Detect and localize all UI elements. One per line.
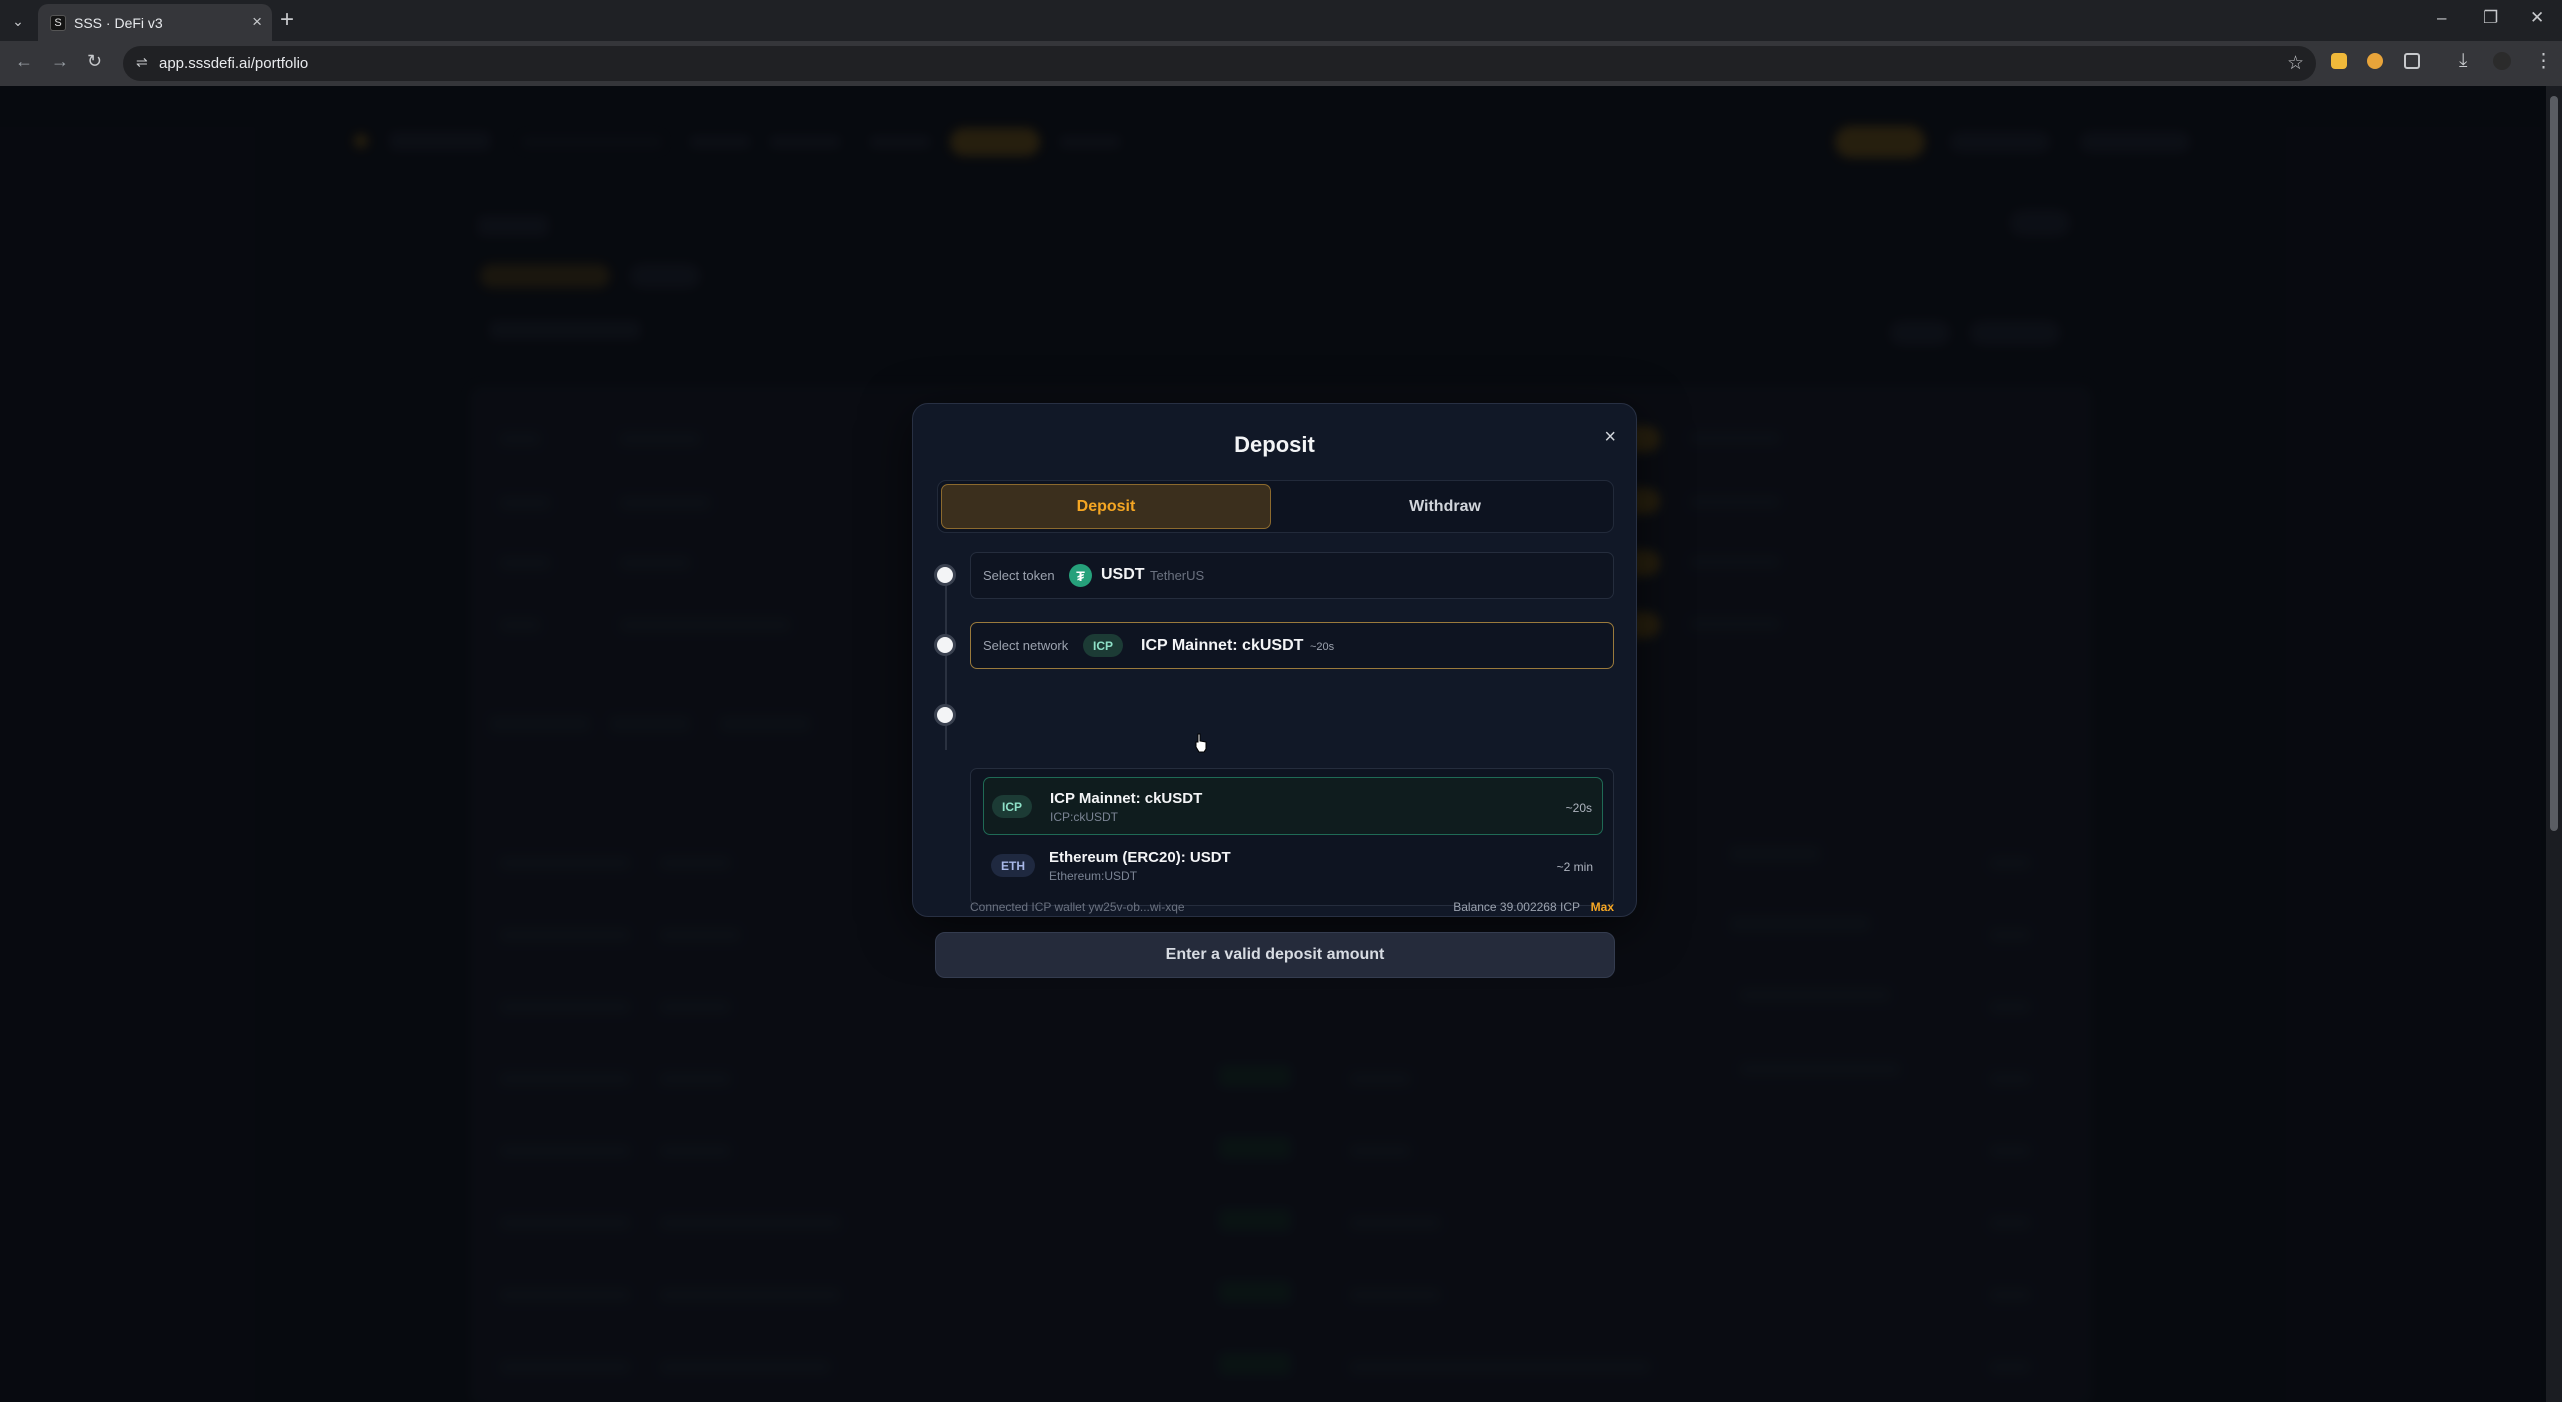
network-option-eth[interactable]: ETH Ethereum (ERC20): USDT Ethereum:USDT… [983,837,1603,895]
option-subtitle: Ethereum:USDT [1049,869,1138,883]
network-chip: ICP [1083,634,1124,657]
max-button[interactable]: Max [1591,900,1614,914]
restore-button[interactable]: ❐ [2483,8,2498,28]
browser-tab-bar: ⌄ S SSS · DeFi v3 × + – ❐ ✕ [0,0,2562,41]
page-scrollbar[interactable] [2546,86,2562,1402]
url-text[interactable]: app.sssdefi.ai/portfolio [159,55,308,72]
tab-search-icon[interactable]: ⌄ [6,9,30,33]
profile-avatar-icon[interactable] [2493,52,2511,70]
token-symbol: USDT [1101,566,1145,583]
deposit-withdraw-toggle: Deposit Withdraw [937,480,1614,533]
extension-wallet-icon[interactable] [2367,53,2383,69]
option-time: ~2 min [1556,860,1593,874]
connected-wallet-text: Connected ICP wallet yw25v-ob...wi-xqe [970,900,1185,914]
tab-withdraw[interactable]: Withdraw [1278,484,1612,529]
option-chip-eth: ETH [991,854,1035,877]
modal-title: Deposit [1234,432,1315,457]
mouse-cursor-icon [1195,733,1207,753]
extensions-puzzle-icon[interactable] [2404,53,2420,69]
tab-deposit[interactable]: Deposit [941,484,1271,529]
option-title: ICP Mainnet: ckUSDT [1050,790,1203,807]
reload-button[interactable]: ↻ [87,51,102,72]
forward-button[interactable]: → [51,51,69,72]
option-time: ~20s [1565,801,1592,815]
address-bar[interactable]: ⇌ app.sssdefi.ai/portfolio ☆ [123,46,2316,81]
selected-network-name: ICP Mainnet: ckUSDT [1141,637,1304,654]
downloads-icon[interactable]: ⤓ [2459,50,2467,72]
bookmark-star-icon[interactable]: ☆ [2287,52,2304,75]
token-name: TetherUS [1150,568,1205,583]
wallet-balance-row: Connected ICP wallet yw25v-ob...wi-xqe B… [970,900,1614,916]
tether-icon: ₮ [1069,564,1092,587]
tab-close-icon[interactable]: × [252,12,262,32]
step-indicator-amount [934,704,956,726]
deposit-submit-button[interactable]: Enter a valid deposit amount [935,932,1615,978]
selected-network-time: ~20s [1310,641,1335,653]
new-tab-button[interactable]: + [280,8,294,32]
network-selector-label: Select network [983,638,1069,653]
step-indicator-network [934,634,956,656]
network-selector[interactable]: Select network ICP ICP Mainnet: ckUSDT ~… [970,622,1614,669]
step-indicator-token [934,564,956,586]
back-button[interactable]: ← [15,51,33,72]
option-subtitle: ICP:ckUSDT [1050,810,1119,824]
network-dropdown: ICP ICP Mainnet: ckUSDT ICP:ckUSDT ~20s … [970,768,1614,906]
tab-title: SSS · DeFi v3 [74,15,163,31]
balance-text: Balance 39.002268 ICP [1453,900,1580,914]
minimize-button[interactable]: – [2437,8,2446,28]
option-chip-icp: ICP [992,795,1033,818]
option-title: Ethereum (ERC20): USDT [1049,849,1231,866]
browser-toolbar: ← → ↻ ⇌ app.sssdefi.ai/portfolio ☆ ⤓ ⋮ [0,41,2562,86]
favicon-icon: S [50,15,66,31]
site-info-icon[interactable]: ⇌ [136,54,148,71]
token-selector-label: Select token [983,568,1055,583]
scrollbar-thumb[interactable] [2550,96,2558,831]
browser-tab[interactable]: S SSS · DeFi v3 × [38,4,272,41]
network-option-icp[interactable]: ICP ICP Mainnet: ckUSDT ICP:ckUSDT ~20s [983,777,1603,835]
token-selector[interactable]: Select token ₮ USDT TetherUS [970,552,1614,599]
browser-menu-icon[interactable]: ⋮ [2534,50,2553,73]
close-icon[interactable]: × [1604,426,1616,449]
deposit-modal: Deposit × Deposit Withdraw Select token … [912,403,1637,978]
extension-fox-icon[interactable] [2331,53,2347,69]
close-window-button[interactable]: ✕ [2530,8,2544,28]
